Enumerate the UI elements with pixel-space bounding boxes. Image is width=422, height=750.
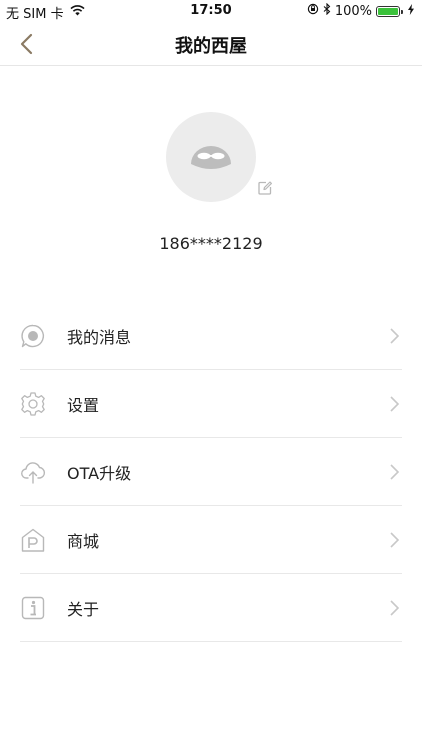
edit-profile-icon[interactable] (257, 180, 273, 196)
chevron-right-icon (388, 599, 400, 617)
menu-item-store[interactable]: 商城 (20, 506, 402, 574)
chevron-right-icon (388, 463, 400, 481)
cloud-upload-icon (20, 459, 46, 485)
battery-percent: 100% (334, 3, 372, 19)
chevron-right-icon (388, 395, 400, 413)
orientation-lock-icon (307, 3, 319, 19)
battery-icon (376, 5, 403, 17)
menu-item-label: OTA升级 (67, 463, 132, 483)
nav-bar: 我的西屋 (0, 22, 422, 66)
menu-item-label: 关于 (67, 599, 100, 619)
charging-icon (408, 3, 414, 19)
message-icon (20, 323, 46, 349)
gear-icon (20, 391, 46, 417)
battery-fill (378, 7, 398, 15)
menu-item-label: 我的消息 (67, 327, 132, 347)
status-right: 100% (307, 2, 414, 19)
avatar[interactable] (166, 112, 256, 202)
menu-item-ota[interactable]: OTA升级 (20, 438, 402, 506)
info-icon (20, 595, 46, 621)
status-bar: 无 SIM 卡 17:50 100% (0, 0, 422, 22)
bluetooth-icon (323, 2, 331, 19)
robot-face-icon (191, 146, 231, 169)
menu-item-label: 设置 (67, 395, 100, 415)
phone-number: 186****2129 (159, 234, 263, 253)
chevron-right-icon (388, 327, 400, 345)
menu-list: 我的消息 设置 OTA升级 商城 关于 (20, 302, 402, 642)
menu-item-about[interactable]: 关于 (20, 574, 402, 642)
menu-item-settings[interactable]: 设置 (20, 370, 402, 438)
page-title: 我的西屋 (175, 36, 247, 57)
store-icon (20, 527, 46, 553)
menu-item-messages[interactable]: 我的消息 (20, 302, 402, 370)
chevron-right-icon (388, 531, 400, 549)
menu-item-label: 商城 (67, 531, 100, 551)
